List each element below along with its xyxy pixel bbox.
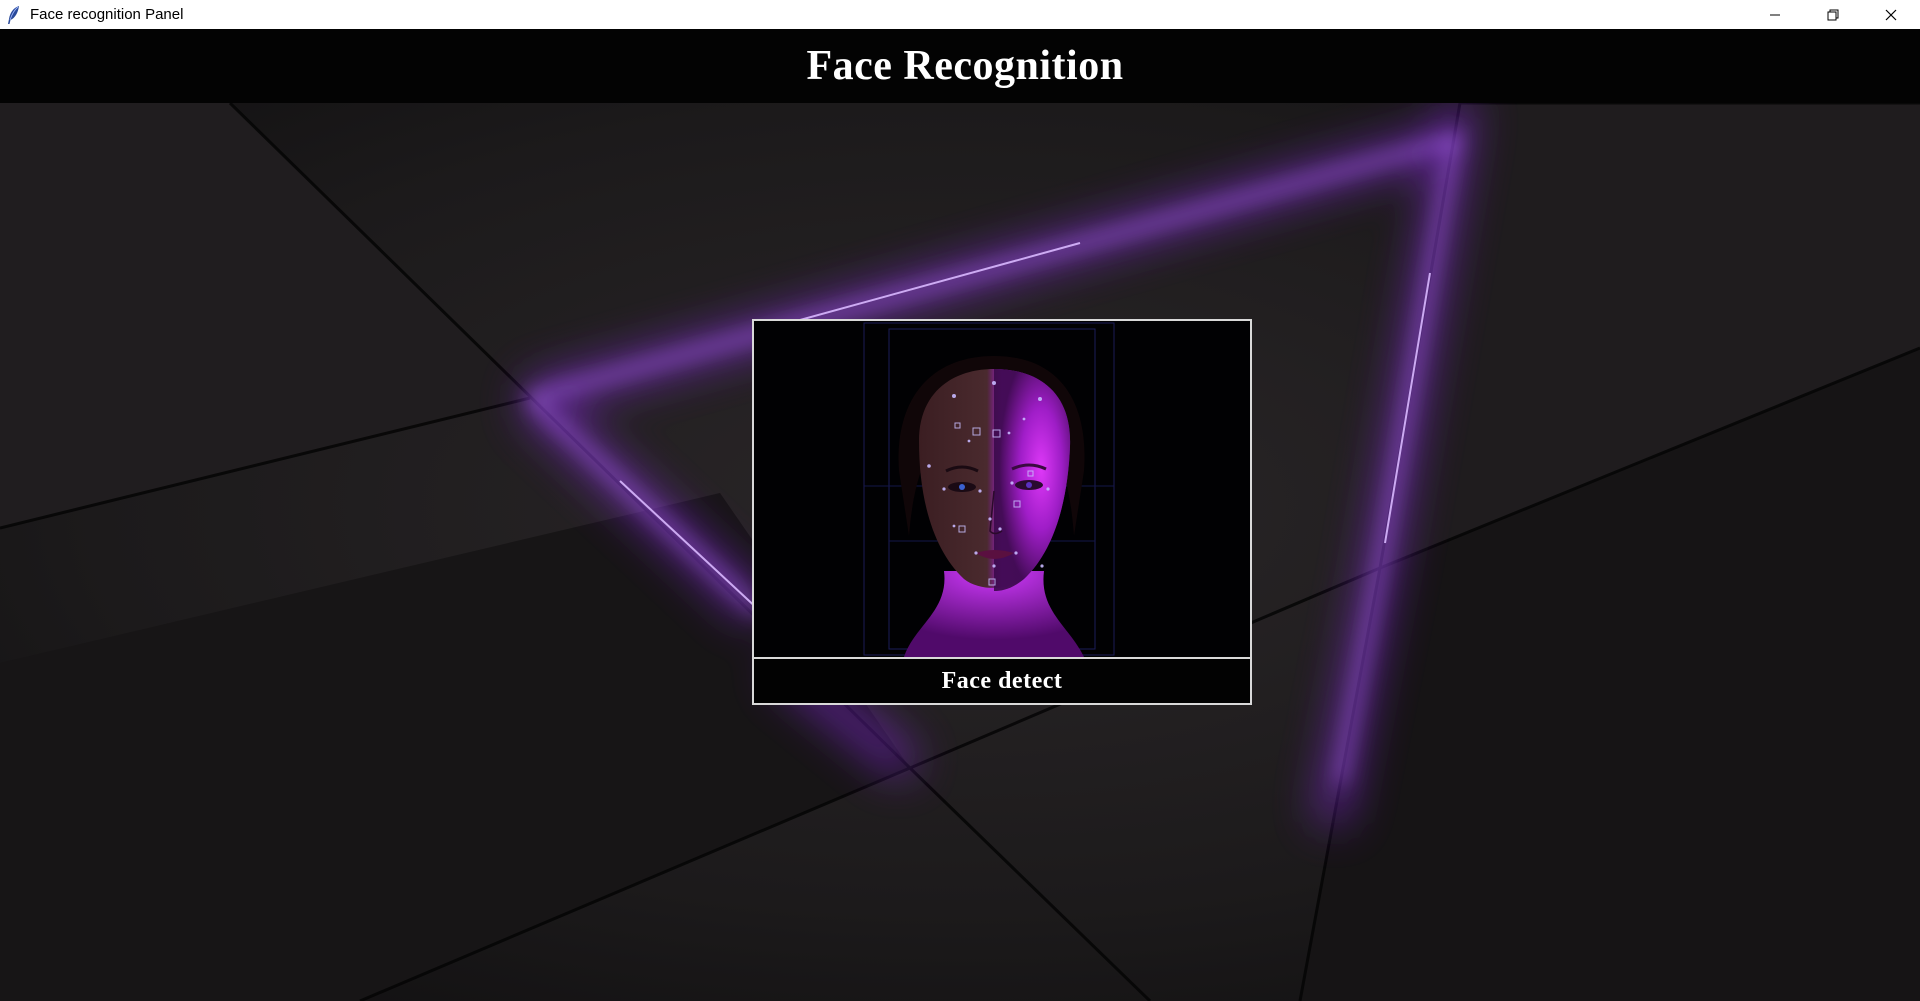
face-detect-card: Face detect [752,319,1252,705]
face-scan-illustration [754,321,1250,657]
feather-icon [5,5,23,25]
page-title: Face Recognition [806,43,1124,89]
close-button[interactable] [1862,0,1920,29]
restore-button[interactable] [1804,0,1862,29]
app-header: Face Recognition [0,29,1920,103]
close-icon [1885,9,1897,20]
face-detect-label: Face detect [941,667,1063,694]
window-title: Face recognition Panel [30,6,184,23]
face-detect-button[interactable]: Face detect [754,659,1250,703]
minimize-button[interactable] [1746,0,1804,29]
window-controls [1746,0,1920,29]
title-bar: Face recognition Panel [0,0,1920,30]
app-window: Face recognition Panel Face Recognition … [0,0,1920,1001]
face-scan-image [754,321,1250,657]
restore-icon [1827,9,1839,20]
minimize-icon [1770,14,1780,15]
